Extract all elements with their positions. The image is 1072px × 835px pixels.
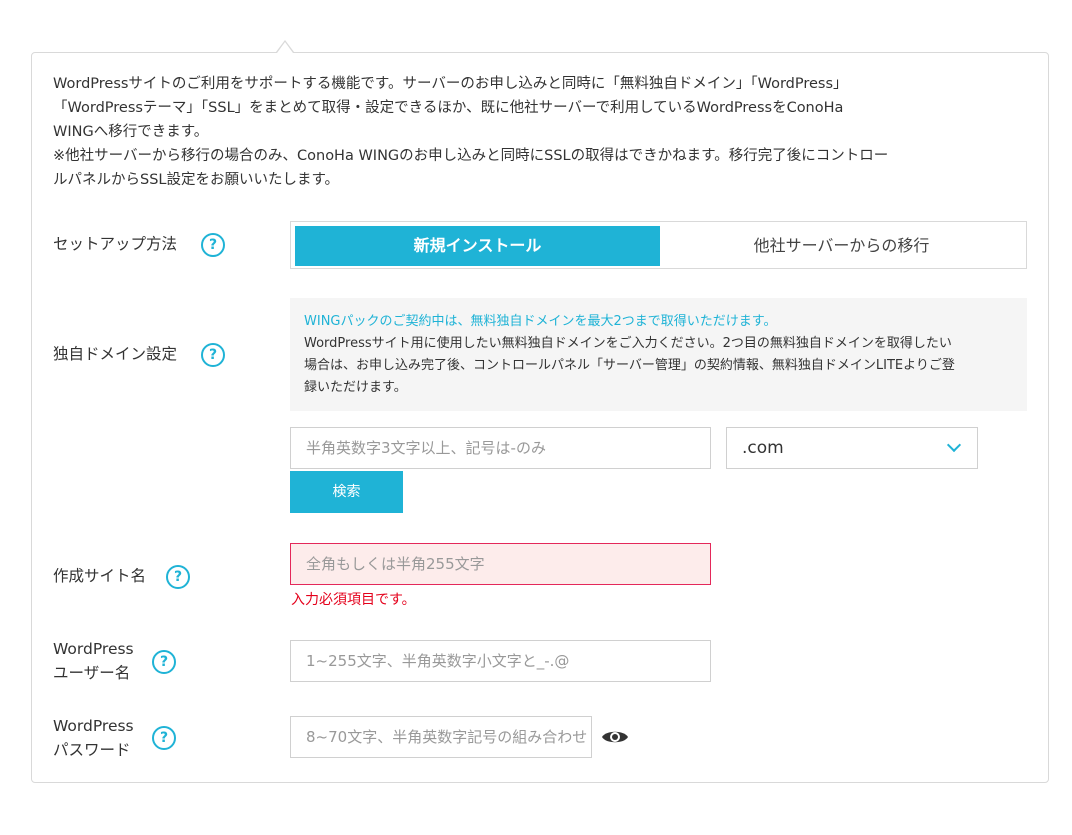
domain-info-line: WordPressサイト用に使用したい無料独自ドメインをご入力ください。2つ目の… [304, 336, 952, 351]
eye-icon[interactable] [601, 728, 629, 746]
wp-username-input[interactable]: 1~255文字、半角英数字小文字と_-.@ [290, 640, 711, 682]
domain-search-button[interactable]: 検索 [290, 471, 403, 513]
domain-info-lead: WINGパックのご契約中は、無料独自ドメインを最大2つまで取得いただけます。 [304, 314, 777, 329]
chevron-down-icon [946, 437, 962, 453]
wp-password-label-line2: パスワード [53, 741, 131, 759]
wp-username-help-icon[interactable]: ? [152, 650, 176, 674]
site-name-input[interactable]: 全角もしくは半角255文字 [290, 543, 711, 585]
domain-input[interactable]: 半角英数字3文字以上、記号は-のみ [290, 427, 711, 469]
wp-username-label-line1: WordPress [53, 640, 134, 658]
site-name-label: 作成サイト名 [53, 567, 147, 585]
description-line: ※他社サーバーから移行の場合のみ、ConoHa WINGのお申し込みと同時にSS… [53, 148, 889, 164]
domain-info-line: 場合は、お申し込み完了後、コントロールパネル「サーバー管理」の契約情報、無料独自… [304, 358, 955, 373]
tld-selected-value: .com [742, 438, 784, 458]
description-line: 「WordPressテーマ」「SSL」をまとめて取得・設定できるほか、既に他社サ… [53, 100, 844, 116]
site-name-help-icon[interactable]: ? [166, 565, 190, 589]
setup-method-help-icon[interactable]: ? [201, 233, 225, 257]
setup-method-toggle: 新規インストール 他社サーバーからの移行 [290, 221, 1027, 269]
wp-username-label-line2: ユーザー名 [53, 664, 131, 682]
new-install-option[interactable]: 新規インストール [295, 226, 660, 266]
domain-setting-help-icon[interactable]: ? [201, 343, 225, 367]
description-line: WINGへ移行できます。 [53, 124, 209, 140]
wp-password-help-icon[interactable]: ? [152, 726, 176, 750]
wp-password-input[interactable]: 8~70文字、半角英数字記号の組み合わせ [290, 716, 592, 758]
site-name-error: 入力必須項目です。 [291, 592, 416, 608]
domain-info-box: WINGパックのご契約中は、無料独自ドメインを最大2つまで取得いただけます。 W… [290, 298, 1027, 411]
domain-info-line: 録いただけます。 [304, 380, 407, 395]
feature-description: WordPressサイトのご利用をサポートする機能です。サーバーのお申し込みと同… [53, 72, 1028, 192]
domain-setting-label: 独自ドメイン設定 [53, 345, 178, 363]
setup-method-label: セットアップ方法 [53, 235, 178, 253]
migrate-option[interactable]: 他社サーバーからの移行 [660, 226, 1023, 266]
description-line: ルパネルからSSL設定をお願いいたします。 [53, 172, 340, 188]
tld-select[interactable]: .com [726, 427, 978, 469]
panel-pointer-fill [277, 42, 293, 53]
wp-password-label-line1: WordPress [53, 717, 134, 735]
description-line: WordPressサイトのご利用をサポートする機能です。サーバーのお申し込みと同… [53, 76, 848, 92]
